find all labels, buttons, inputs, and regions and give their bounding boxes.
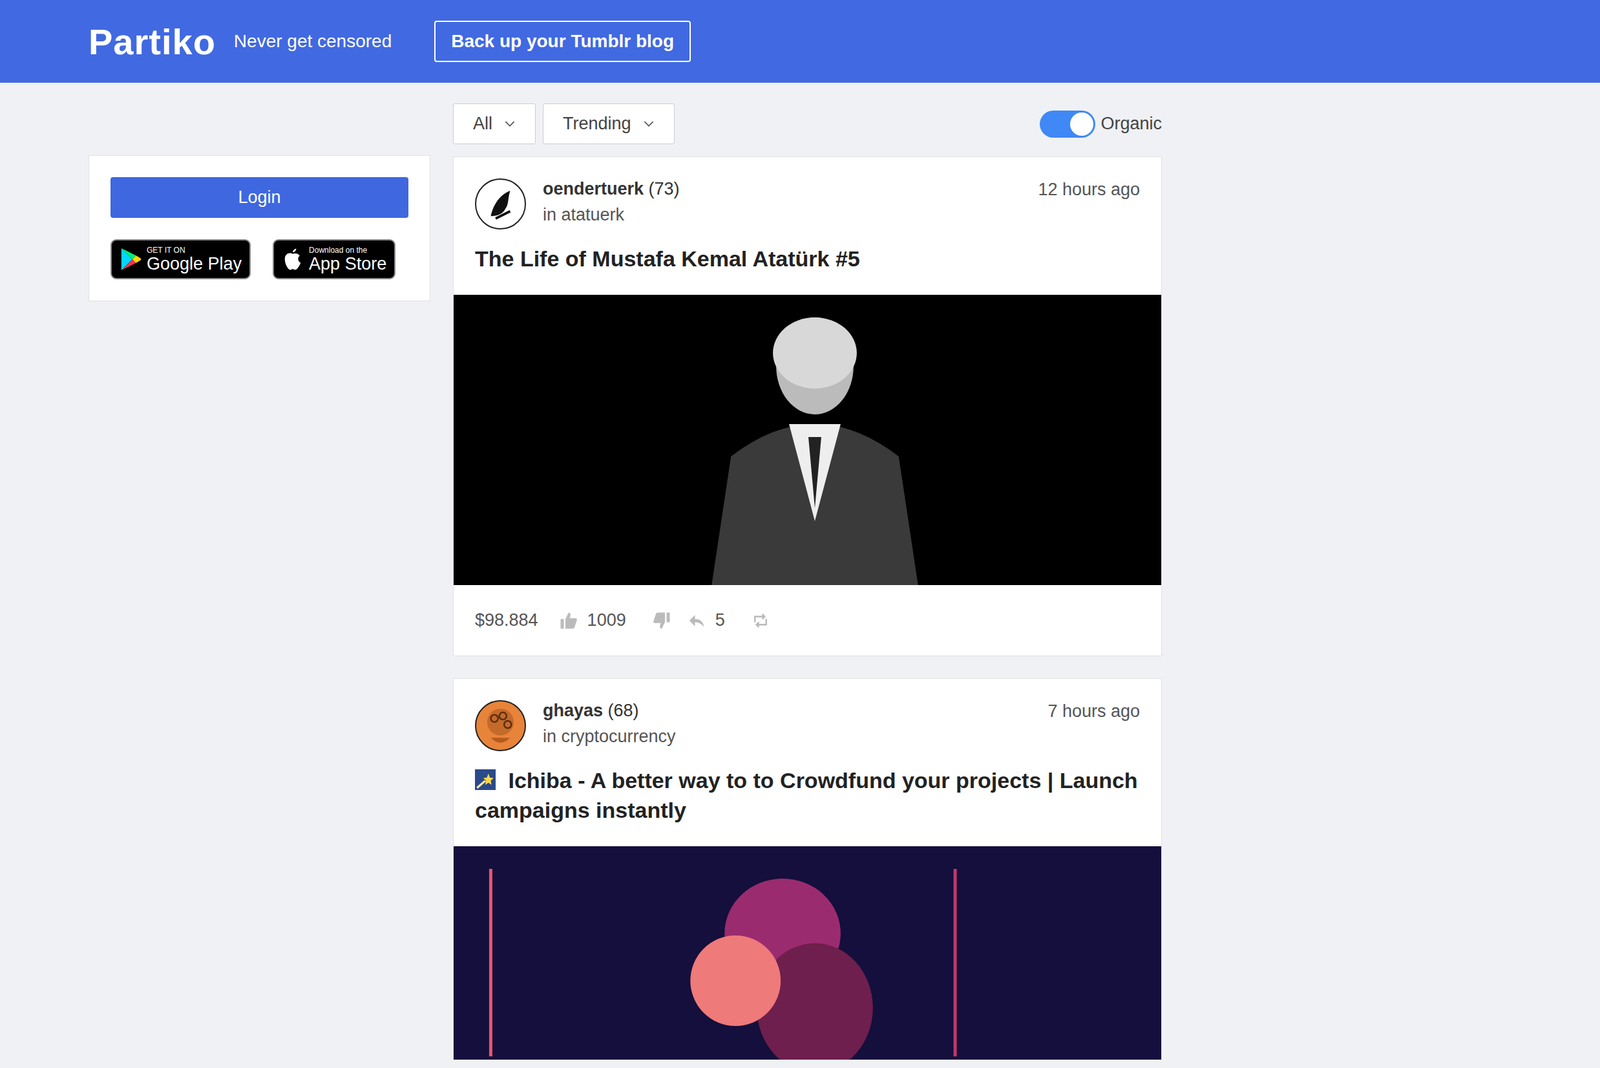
chevron-down-icon — [504, 120, 516, 128]
reputation: (68) — [608, 700, 640, 720]
toggle-track[interactable] — [1039, 110, 1096, 138]
post-time: 7 hours ago — [1047, 701, 1140, 722]
logo[interactable]: Partiko — [88, 20, 216, 63]
like-count: 1009 — [587, 610, 627, 631]
page: Partiko Never get censored Back up your … — [0, 0, 1600, 1068]
toggle-label: Organic — [1100, 113, 1162, 134]
author-line: oendertuerk (73) — [542, 175, 1022, 202]
post-time: 12 hours ago — [1037, 179, 1140, 200]
avatar-icon[interactable] — [474, 178, 527, 230]
post-card[interactable]: oendertuerk (73) in atatuerk 12 hours ag… — [452, 156, 1162, 656]
post-footer: $98.884 1009 5 — [453, 584, 1162, 656]
chevron-down-icon — [642, 120, 655, 128]
post-header: oendertuerk (73) in atatuerk 12 hours ag… — [453, 157, 1162, 230]
community[interactable]: in cryptocurrency — [542, 723, 1031, 749]
google-play-icon — [119, 246, 142, 272]
store-badges: GET IT ON Google Play Download on the Ap… — [110, 239, 409, 280]
reply-count: 5 — [715, 610, 726, 631]
top-bar: Partiko Never get censored Back up your … — [0, 0, 1600, 83]
badge-store-name: Google Play — [146, 255, 242, 273]
sidebar: Login GET IT ON Google Play Download on … — [88, 82, 431, 302]
store-badge[interactable]: Download on the App Store — [272, 239, 396, 280]
avatar-icon[interactable] — [474, 699, 527, 751]
badge-caption: Download on the — [308, 246, 387, 254]
tagline: Never get censored — [233, 31, 392, 52]
dropdown-label: Trending — [562, 113, 632, 134]
backup-button[interactable]: Back up your Tumblr blog — [434, 20, 691, 63]
thumbs-down-icon[interactable] — [652, 610, 672, 631]
post-meta: oendertuerk (73) in atatuerk — [542, 175, 1022, 228]
author-name[interactable]: oendertuerk — [542, 178, 644, 199]
login-button[interactable]: Login — [110, 177, 409, 218]
post-title[interactable]: The Life of Mustafa Kemal Atatürk #5 — [474, 243, 1140, 274]
filter-bar: All Trending Organic — [452, 103, 1162, 145]
post-image[interactable] — [453, 294, 1162, 585]
post-image[interactable] — [453, 845, 1162, 1060]
post-card[interactable]: ghayas (68) in cryptocurrency 7 hours ag… — [452, 677, 1162, 1060]
filter-dropdown[interactable]: All — [452, 103, 536, 145]
repost-icon[interactable] — [750, 610, 771, 631]
filter-dropdown[interactable]: Trending — [542, 103, 675, 145]
thumbs-up-icon[interactable] — [558, 610, 579, 631]
post-title[interactable]: Ichiba - A better way to to Crowdfund yo… — [474, 765, 1140, 825]
layout: Login GET IT ON Google Play Download on … — [0, 82, 1600, 1068]
dropdown-label: All — [473, 113, 493, 134]
feed: All Trending Organic oendertuerk (73) in… — [452, 82, 1162, 1068]
store-badge[interactable]: GET IT ON Google Play — [110, 239, 251, 280]
badge-store-name: App Store — [308, 255, 387, 273]
shooting-star-icon — [474, 768, 496, 790]
community[interactable]: in atatuerk — [542, 201, 1022, 228]
author-name[interactable]: ghayas — [542, 700, 603, 720]
payout: $98.884 — [474, 610, 539, 631]
post-header: ghayas (68) in cryptocurrency 7 hours ag… — [453, 678, 1162, 751]
reply-icon[interactable] — [686, 610, 707, 631]
toggle-knob — [1070, 112, 1094, 136]
badge-text: GET IT ON Google Play — [146, 246, 242, 273]
login-card: Login GET IT ON Google Play Download on … — [88, 155, 431, 302]
badge-caption: GET IT ON — [146, 246, 242, 254]
apple-icon — [281, 246, 304, 272]
reputation: (73) — [648, 178, 680, 199]
author-line: ghayas (68) — [542, 697, 1031, 724]
organic-toggle[interactable]: Organic — [1039, 110, 1162, 138]
post-meta: ghayas (68) in cryptocurrency — [542, 697, 1031, 749]
badge-text: Download on the App Store — [308, 246, 387, 273]
